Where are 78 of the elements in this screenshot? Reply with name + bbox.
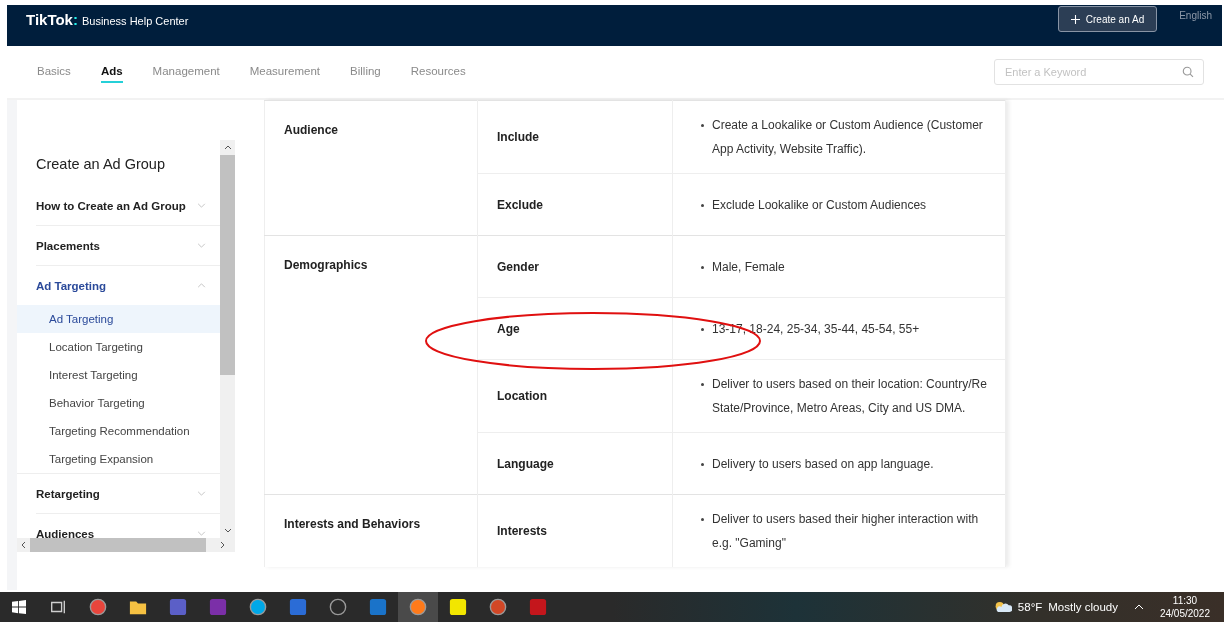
sidebar-subitem[interactable]: Interest Targeting [17, 361, 220, 389]
square-app-icon [369, 598, 387, 616]
horizontal-scrollbar[interactable] [17, 538, 235, 552]
sidebar-subitem[interactable]: Location Targeting [17, 333, 220, 361]
square-app-icon [529, 598, 547, 616]
bullet-icon [701, 203, 704, 207]
vertical-scrollbar[interactable] [220, 140, 235, 538]
sidebar-subitem[interactable]: Ad Targeting [17, 305, 220, 333]
description-text: 13-17, 18-24, 25-34, 35-44, 45-54, 55+ [712, 320, 920, 338]
clock-time: 11:30 [1172, 594, 1198, 607]
bullet-icon [701, 124, 704, 127]
category-label: Interests and Behaviors [284, 516, 421, 531]
nav-tab[interactable]: Measurement [249, 61, 321, 83]
option-label: Exclude [497, 197, 544, 212]
sidebar-item[interactable]: Ad Targeting [36, 266, 220, 305]
square-app-icon [169, 598, 187, 616]
description-text: App Activity, Website Traffic). [712, 141, 868, 158]
scroll-up-icon[interactable] [223, 145, 232, 150]
sidebar-subitem[interactable]: Targeting Recommendation [17, 417, 220, 445]
option-label: Language [497, 456, 554, 471]
plus-icon [1070, 14, 1080, 24]
clock-date: 24/05/2022 [1159, 607, 1210, 620]
bullet-icon [701, 518, 704, 521]
nav-tab[interactable]: Basics [37, 61, 71, 83]
cloud-icon [993, 601, 1012, 613]
description-text: e.g. "Gaming" [712, 535, 787, 552]
sidebar-subitem[interactable]: Targeting Expansion [17, 445, 220, 473]
search-field[interactable]: Enter a Keyword [994, 59, 1204, 85]
chevron-icon [197, 243, 206, 248]
description-text: Exclude Lookalike or Custom Audiences [712, 196, 927, 214]
option-label: Age [497, 321, 520, 336]
scroll-left-icon[interactable] [21, 541, 26, 549]
caret-up-icon[interactable] [1133, 604, 1144, 610]
windows-start-icon[interactable] [12, 600, 26, 614]
description-text: Deliver to users based on their location: Country/Re [712, 376, 987, 393]
chevron-icon [197, 531, 206, 536]
option-label: Location [497, 389, 547, 403]
round-app-icon [249, 598, 267, 616]
bullet-icon [701, 462, 704, 466]
description-text: Deliver to users based their higher interaction with [712, 511, 979, 528]
sidebar-subitem[interactable]: Behavior Targeting [17, 389, 220, 417]
nav-tab[interactable]: Ads [100, 61, 123, 83]
nav-tab[interactable]: Resources [410, 61, 466, 83]
category-label: Audience [284, 122, 338, 137]
description-text: Delivery to users based on app language. [712, 455, 934, 473]
description-text: State/Province, Metro Areas, City and US DMA. [712, 400, 967, 417]
option-label: Interests [497, 524, 548, 538]
weather-text: Mostly cloudy [1048, 601, 1118, 613]
search-icon [1182, 66, 1194, 78]
create-ad-button[interactable]: Create an Ad [1057, 6, 1158, 32]
task-view-icon [49, 598, 67, 616]
sidebar-title: Create an Ad Group [35, 155, 166, 174]
chevron-icon [197, 203, 206, 208]
logo[interactable]: TikTok: [26, 11, 78, 28]
round-app-icon [89, 598, 107, 616]
option-label: Include [497, 130, 539, 144]
bullet-icon [701, 383, 704, 386]
square-app-icon [289, 598, 307, 616]
category-label: Demographics [284, 257, 368, 272]
square-app-icon [209, 598, 227, 616]
option-label: Gender [497, 259, 539, 274]
square-app-icon [449, 598, 467, 616]
round-app-icon [409, 598, 427, 616]
bullet-icon [701, 327, 704, 331]
chevron-icon [197, 283, 206, 288]
temperature-text: 58°F [1017, 601, 1043, 613]
scroll-right-icon[interactable] [220, 541, 225, 549]
description-text: Create a Lookalike or Custom Audience (Customer [712, 117, 983, 134]
round-app-icon [489, 598, 507, 616]
site-title: Business Help Center [81, 15, 189, 27]
scroll-down-icon[interactable] [223, 528, 232, 533]
bullet-icon [701, 265, 704, 269]
language-link[interactable]: English [1179, 10, 1222, 21]
nav-tab[interactable]: Management [152, 61, 220, 83]
round-app-icon [329, 598, 347, 616]
description-text: Male, Female [712, 258, 785, 276]
nav-tab[interactable]: Billing [350, 61, 381, 83]
chevron-icon [197, 491, 206, 496]
